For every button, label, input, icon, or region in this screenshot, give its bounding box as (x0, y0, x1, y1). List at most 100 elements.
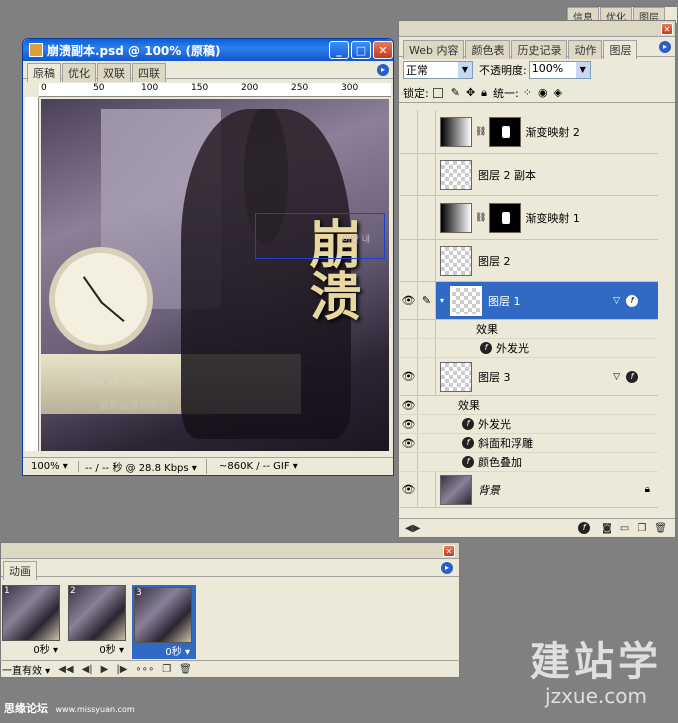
visibility-toggle-empty[interactable] (400, 339, 418, 357)
layer-row[interactable]: ⛓ 渐变映射 1 (400, 196, 658, 240)
effect-row[interactable]: 👁︎ f 斜面和浮雕 (400, 434, 658, 453)
tab-history[interactable]: 历史记录 (511, 40, 568, 59)
canvas-caption-cn: 谁和谁擦肩而过。 (99, 401, 179, 412)
animation-frame[interactable]: 1 0秒 ▾ (2, 585, 64, 659)
tab-color-table[interactable]: 颜色表 (465, 40, 511, 59)
effects-group-row[interactable]: 效果 (400, 320, 658, 339)
new-layer-button[interactable]: ❐ (637, 523, 646, 534)
zoom-dropdown[interactable]: 100% ▾ (23, 461, 79, 472)
new-group-button[interactable]: ▭ (620, 523, 629, 534)
visibility-toggle-empty[interactable] (400, 320, 418, 338)
visibility-toggle-empty[interactable] (400, 110, 418, 153)
delete-layer-button[interactable]: 🗑︎ (654, 523, 667, 534)
layer-row[interactable]: 图层 2 (400, 240, 658, 282)
link-toggle[interactable] (418, 240, 436, 281)
effects-group-row[interactable]: 👁︎ 效果 (400, 396, 658, 415)
canvas-image[interactable]: 崩溃 미안 내 FOUR FALLING 谁和谁擦肩而过。 (41, 99, 389, 451)
effects-icon[interactable]: f (626, 370, 638, 383)
tab-actions[interactable]: 动作 (568, 40, 603, 59)
visibility-toggle-empty[interactable] (400, 196, 418, 239)
lock-all-icon[interactable]: 🔒︎ (481, 86, 487, 100)
opacity-input[interactable]: 100% ▼ (528, 61, 591, 79)
effects-icon[interactable]: f (626, 294, 638, 307)
lock-row: 锁定: ✎ ✥ 🔒︎ 统一: ⁘ ◉ ◈ (399, 83, 675, 103)
collapse-effects-icon[interactable]: ▽ (613, 372, 620, 382)
link-toggle[interactable] (418, 472, 436, 507)
tab-4up[interactable]: 四联 (132, 63, 166, 82)
delete-frame-button[interactable]: 🗑︎ (179, 664, 192, 675)
frame-delay[interactable]: 0秒 ▾ (2, 641, 64, 656)
layers-panel-titlebar[interactable]: ✕ (399, 21, 675, 37)
layers-panel-close-button[interactable]: ✕ (661, 23, 673, 35)
duplicate-frame-button[interactable]: ❐ (162, 664, 171, 675)
maximize-button[interactable]: □ (351, 41, 371, 59)
tab-optimized[interactable]: 优化 (62, 63, 96, 82)
layer-row[interactable]: 👁︎ 背景 🔒︎ (400, 472, 658, 508)
panel-menu-arrow-icon[interactable]: ▸ (659, 41, 671, 53)
animation-frame-selected[interactable]: 3 0秒 ▾ (132, 585, 196, 659)
first-frame-button[interactable]: ◀◀ (58, 664, 73, 675)
brush-icon[interactable]: ✎ (418, 282, 436, 319)
eye-icon[interactable]: 👁︎ (400, 396, 418, 414)
canvas-selection-box[interactable]: 미안 내 (255, 213, 385, 259)
eye-icon[interactable]: 👁︎ (400, 472, 418, 507)
previous-frame-button[interactable]: ◀| (82, 664, 93, 675)
play-button[interactable]: ▶ (101, 664, 109, 675)
unify-style-icon[interactable]: ◈ (554, 86, 562, 99)
minimize-button[interactable]: _ (329, 41, 349, 59)
blend-mode-select[interactable]: 正常 ▼ (403, 61, 473, 79)
loop-dropdown[interactable]: 一直有效 ▾ (0, 662, 50, 677)
effects-label: 效果 (476, 323, 498, 336)
layer-row-selected[interactable]: 👁︎ ✎ ▾ 图层 1 ▽ f (400, 282, 658, 320)
link-layers-button[interactable]: ◀▶ (405, 523, 420, 534)
tab-menu-arrow-icon[interactable]: ▸ (377, 64, 389, 76)
add-mask-button[interactable]: ◙ (602, 523, 612, 534)
unify-label: 统一: (493, 86, 519, 100)
download-speed-dropdown[interactable]: -- / -- 秒 @ 28.8 Kbps ▾ (79, 459, 207, 474)
tab-original[interactable]: 原稿 (27, 63, 61, 82)
visibility-toggle-empty[interactable] (400, 154, 418, 195)
expand-arrow-icon[interactable]: ▾ (440, 296, 444, 305)
eye-icon[interactable]: 👁︎ (400, 358, 418, 395)
effect-row[interactable]: f 颜色叠加 (400, 453, 658, 472)
layer-row[interactable]: ⛓ 渐变映射 2 (400, 110, 658, 154)
eye-icon[interactable]: 👁︎ (400, 434, 418, 452)
link-toggle[interactable] (418, 196, 436, 239)
unify-visibility-icon[interactable]: ◉ (538, 86, 548, 99)
tab-layers[interactable]: 图层 (603, 40, 638, 59)
effect-name: 斜面和浮雕 (478, 437, 533, 450)
frame-delay[interactable]: 0秒 ▾ (68, 641, 130, 656)
next-frame-button[interactable]: |▶ (116, 664, 127, 675)
lock-transparency-icon[interactable] (432, 87, 443, 98)
link-toggle (418, 339, 436, 357)
tab-web-content[interactable]: Web 内容 (403, 40, 465, 59)
visibility-toggle-empty[interactable] (400, 240, 418, 281)
link-toggle[interactable] (418, 154, 436, 195)
frame-delay[interactable]: 0秒 ▾ (134, 643, 194, 658)
animation-frame[interactable]: 2 0秒 ▾ (68, 585, 130, 659)
visibility-toggle-empty[interactable] (400, 453, 418, 471)
animation-panel-close-button[interactable]: ✕ (443, 545, 455, 557)
lock-paint-icon[interactable]: ✎ (451, 86, 460, 99)
tween-button[interactable]: ∘∘∘ (135, 664, 154, 675)
effect-row[interactable]: 👁︎ f 外发光 (400, 415, 658, 434)
link-toggle[interactable] (418, 358, 436, 395)
effect-row[interactable]: f 外发光 (400, 339, 658, 358)
document-titlebar[interactable]: 崩溃副本.psd @ 100% (原稿) _ □ ✕ (23, 39, 393, 61)
effect-name: 外发光 (496, 342, 529, 355)
add-style-button[interactable]: f (578, 522, 594, 534)
animation-panel-titlebar[interactable]: ✕ (1, 543, 459, 559)
layer-row[interactable]: 图层 2 副本 (400, 154, 658, 196)
layer-row[interactable]: 👁︎ 图层 3 ▽ f (400, 358, 658, 396)
link-toggle[interactable] (418, 110, 436, 153)
eye-icon[interactable]: 👁︎ (400, 282, 418, 319)
tab-2up[interactable]: 双联 (97, 63, 131, 82)
eye-icon[interactable]: 👁︎ (400, 415, 418, 433)
animation-menu-arrow-icon[interactable]: ▸ (441, 562, 453, 574)
tab-animation[interactable]: 动画 (3, 561, 37, 580)
file-size-dropdown[interactable]: ~860K / -- GIF ▾ (207, 461, 333, 472)
close-button[interactable]: ✕ (373, 41, 393, 59)
collapse-effects-icon[interactable]: ▽ (613, 296, 620, 306)
lock-move-icon[interactable]: ✥ (466, 86, 475, 99)
unify-position-icon[interactable]: ⁘ (523, 86, 532, 99)
